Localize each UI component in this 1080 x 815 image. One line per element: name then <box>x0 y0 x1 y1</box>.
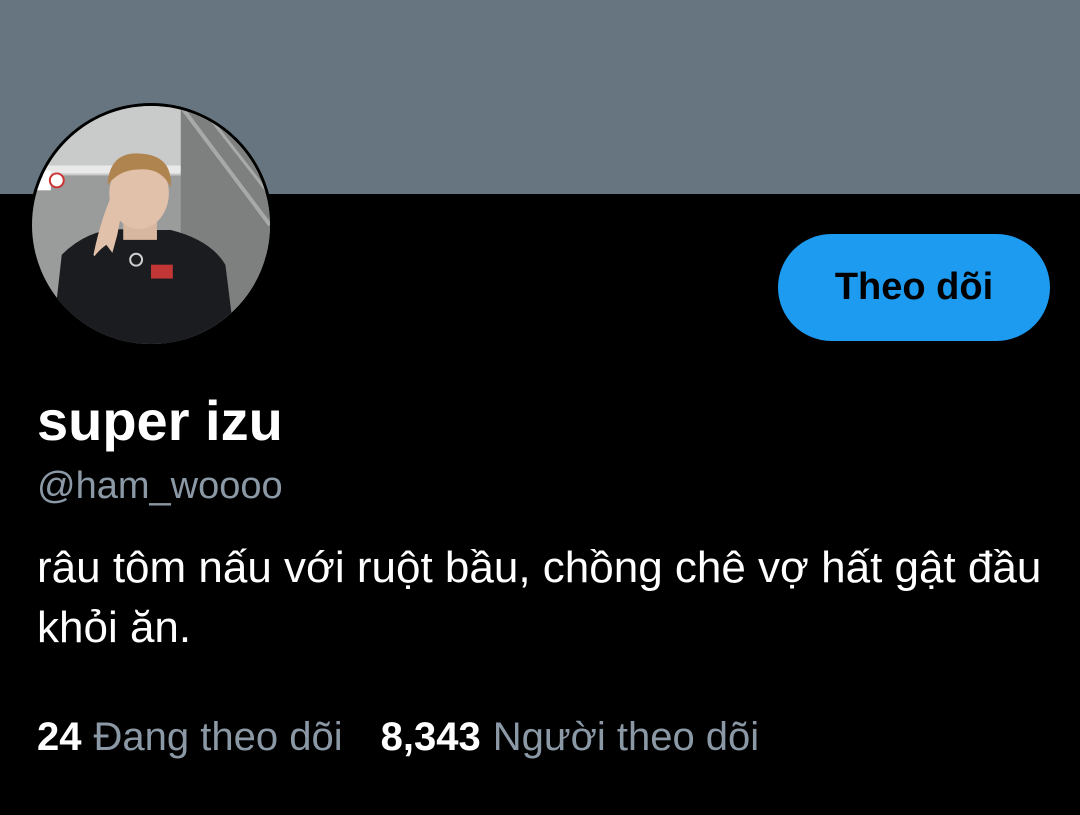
avatar-photo <box>32 106 270 344</box>
profile-bio: râu tôm nấu với ruột bầu, chồng chê vợ h… <box>37 543 1042 652</box>
following-count: 24 <box>37 715 82 759</box>
followers-count: 8,343 <box>380 715 481 759</box>
avatar[interactable] <box>29 103 273 347</box>
following-link[interactable]: 24 Đang theo dõi <box>37 712 343 762</box>
followers-label: Người theo dõi <box>492 715 760 759</box>
profile-page: Theo dõi super izu @ham_woooo râu tôm nấ… <box>0 0 1080 815</box>
followers-link[interactable]: 8,343 Người theo dõi <box>381 712 760 762</box>
follow-button[interactable]: Theo dõi <box>778 234 1050 341</box>
profile-stats: 24 Đang theo dõi 8,343 Người theo dõi <box>37 712 759 762</box>
following-label: Đang theo dõi <box>93 715 343 759</box>
display-name: super izu <box>37 389 283 452</box>
user-handle: @ham_woooo <box>37 465 283 507</box>
